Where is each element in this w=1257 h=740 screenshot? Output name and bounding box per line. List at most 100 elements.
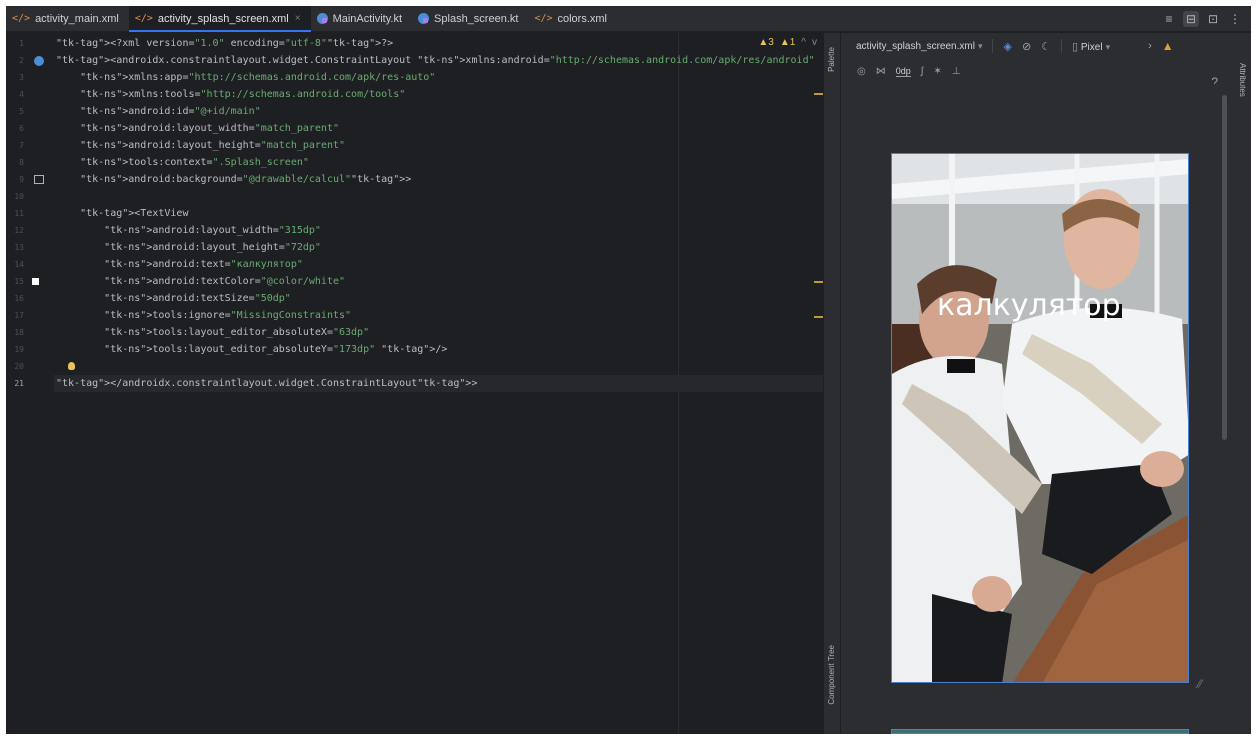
tab-colors-xml[interactable]: </> colors.xml — [528, 6, 617, 31]
chevron-down-icon[interactable]: v — [812, 37, 817, 48]
line-number[interactable]: 7 — [6, 141, 24, 150]
toolbar-divider — [992, 39, 994, 53]
code-line[interactable]: "tk-ns">android:background="@drawable/ca… — [54, 171, 823, 188]
code-line[interactable]: "tk-tag"></androidx.constraintlayout.wid… — [54, 375, 823, 392]
class-reference-icon[interactable] — [34, 55, 44, 66]
code-line[interactable]: "tk-ns">android:layout_width="315dp" — [54, 222, 823, 239]
preview-textview[interactable]: калкулятор — [937, 288, 1121, 323]
phone-icon: ▯ — [1072, 40, 1079, 53]
lightbulb-icon[interactable] — [68, 362, 75, 370]
split-view-icon[interactable]: ⊟ — [1183, 10, 1199, 27]
design-toolbar: activity_splash_screen.xml ▾ ◈ ⊘ ☾ ▯ Pixe… — [841, 33, 1234, 59]
error-stripe-mark[interactable] — [814, 93, 823, 95]
design-surface-icon[interactable]: ◈ — [1003, 40, 1011, 53]
code-line[interactable]: "tk-ns">android:text="калкулятор" — [54, 256, 823, 273]
file-selector-label: activity_splash_screen.xml — [856, 40, 975, 52]
line-number[interactable]: 18 — [6, 328, 24, 337]
xml-file-icon: </> — [134, 13, 153, 24]
clear-constraints-icon[interactable]: ∫ — [921, 66, 924, 77]
device-preview[interactable]: калкулятор — [891, 153, 1189, 683]
line-number[interactable]: 14 — [6, 260, 24, 269]
code-line[interactable]: "tk-ns">xmlns:tools="http://schemas.andr… — [54, 86, 823, 103]
warning-icon[interactable]: ▲ — [1162, 39, 1174, 53]
gutter-line: 6 — [6, 120, 54, 137]
view-options-icon[interactable]: ◎ — [857, 66, 866, 77]
line-number[interactable]: 9 — [6, 175, 24, 184]
xml-file-icon: </> — [12, 13, 31, 24]
line-number[interactable]: 6 — [6, 124, 24, 133]
attributes-tab[interactable]: Attributes — [1238, 63, 1247, 97]
right-tool-strip: Attributes — [1234, 33, 1251, 734]
component-tree-tab[interactable]: Component Tree — [827, 645, 836, 705]
line-number[interactable]: 2 — [6, 56, 24, 65]
code-line[interactable]: "tk-ns">android:layout_height="72dp" — [54, 239, 823, 256]
layout-file-selector[interactable]: activity_splash_screen.xml ▾ — [856, 41, 982, 52]
line-number[interactable]: 8 — [6, 158, 24, 167]
design-canvas[interactable]: калкулятор ⁄⁄ — [841, 85, 1234, 734]
inspection-widget[interactable]: ▲3 ▲1 ^ v — [758, 37, 817, 48]
chevron-up-icon[interactable]: ^ — [801, 37, 806, 48]
tab-splash-screen-kt[interactable]: Splash_screen.kt — [412, 6, 528, 31]
line-number[interactable]: 15 — [6, 277, 24, 286]
code-editor[interactable]: 1 2 3 4 5 6 7 8 9 10 11 12 13 14 15 16 17 18 19 20 21 "tk-ta… — [6, 33, 823, 734]
code-line[interactable]: "tk-ns">android:textSize="50dp" — [54, 290, 823, 307]
code-line[interactable]: "tk-ns">tools:layout_editor_absoluteX="6… — [54, 324, 823, 341]
line-number[interactable]: 1 — [6, 39, 24, 48]
image-preview-icon[interactable] — [34, 175, 44, 184]
more-options-icon[interactable]: ⋮ — [1227, 11, 1243, 27]
code-line[interactable]: "tk-ns">android:layout_height="match_par… — [54, 137, 823, 154]
line-number[interactable]: 4 — [6, 90, 24, 99]
line-number[interactable]: 12 — [6, 226, 24, 235]
line-number[interactable]: 13 — [6, 243, 24, 252]
tab-label: colors.xml — [557, 12, 608, 25]
code-line[interactable] — [54, 358, 823, 375]
line-number[interactable]: 3 — [6, 73, 24, 82]
line-number[interactable]: 21 — [6, 379, 24, 388]
gutter-line: 19 — [6, 341, 54, 358]
night-mode-icon[interactable]: ☾ — [1041, 40, 1051, 53]
gutter-line: 12 — [6, 222, 54, 239]
guidelines-icon[interactable]: ⊥ — [952, 66, 961, 77]
close-icon[interactable]: × — [295, 13, 301, 24]
left-tool-strip: Palette Component Tree — [823, 33, 840, 734]
line-number[interactable]: 5 — [6, 107, 24, 116]
line-number[interactable]: 11 — [6, 209, 24, 218]
code-line[interactable]: "tk-ns">tools:context=".Splash_screen" — [54, 154, 823, 171]
code-line[interactable]: "tk-ns">tools:layout_editor_absoluteY="1… — [54, 341, 823, 358]
code-line[interactable]: "tk-tag"><?xml version="1.0" encoding="u… — [54, 35, 823, 52]
line-number[interactable]: 10 — [6, 192, 24, 201]
line-number[interactable]: 16 — [6, 294, 24, 303]
code-line[interactable]: "tk-ns">android:layout_width="match_pare… — [54, 120, 823, 137]
code-line[interactable]: "tk-ns">tools:ignore="MissingConstraints… — [54, 307, 823, 324]
palette-tab[interactable]: Palette — [827, 47, 836, 72]
autoconnect-icon[interactable]: ⋈ — [876, 66, 886, 77]
code-line[interactable]: "tk-tag"><androidx.constraintlayout.widg… — [54, 52, 823, 69]
device-selector[interactable]: ▯ Pixel ▾ — [1072, 40, 1110, 53]
design-view-icon[interactable]: ⊡ — [1205, 11, 1221, 27]
line-number[interactable]: 17 — [6, 311, 24, 320]
color-swatch-icon[interactable] — [32, 278, 39, 285]
code-line[interactable]: "tk-tag"><TextView — [54, 205, 823, 222]
gutter-line: 5 — [6, 103, 54, 120]
infer-constraints-icon[interactable]: ✶ — [934, 66, 942, 77]
orientation-icon[interactable]: ⊘ — [1022, 40, 1031, 53]
code-line[interactable]: "tk-ns">android:id="@+id/main" — [54, 103, 823, 120]
code-line[interactable]: "tk-ns">android:textColor="@color/white" — [54, 273, 823, 290]
tab-mainactivity-kt[interactable]: MainActivity.kt — [311, 6, 412, 31]
error-stripe-mark[interactable] — [814, 281, 823, 283]
tab-activity-splash-screen-xml[interactable]: </> activity_splash_screen.xml × — [128, 6, 311, 32]
canvas-scrollbar[interactable] — [1222, 95, 1227, 440]
expand-toolbar-icon[interactable]: › — [1148, 40, 1152, 52]
line-number[interactable]: 20 — [6, 362, 24, 371]
code-line[interactable] — [54, 188, 823, 205]
line-number[interactable]: 19 — [6, 345, 24, 354]
default-margin-selector[interactable]: 0dp — [895, 66, 911, 77]
code-area[interactable]: "tk-tag"><?xml version="1.0" encoding="u… — [54, 33, 823, 734]
resize-handle-icon[interactable]: ⁄⁄ — [1198, 677, 1202, 691]
error-stripe-mark[interactable] — [814, 316, 823, 318]
code-line[interactable]: "tk-ns">xmlns:app="http://schemas.androi… — [54, 69, 823, 86]
code-view-icon[interactable]: ≡ — [1161, 11, 1177, 27]
constraint-toolbar: ◎ ⋈ 0dp ∫ ✶ ⊥ — [841, 59, 1234, 83]
tab-activity-main-xml[interactable]: </> activity_main.xml — [6, 6, 129, 31]
gutter-line: 9 — [6, 171, 54, 188]
